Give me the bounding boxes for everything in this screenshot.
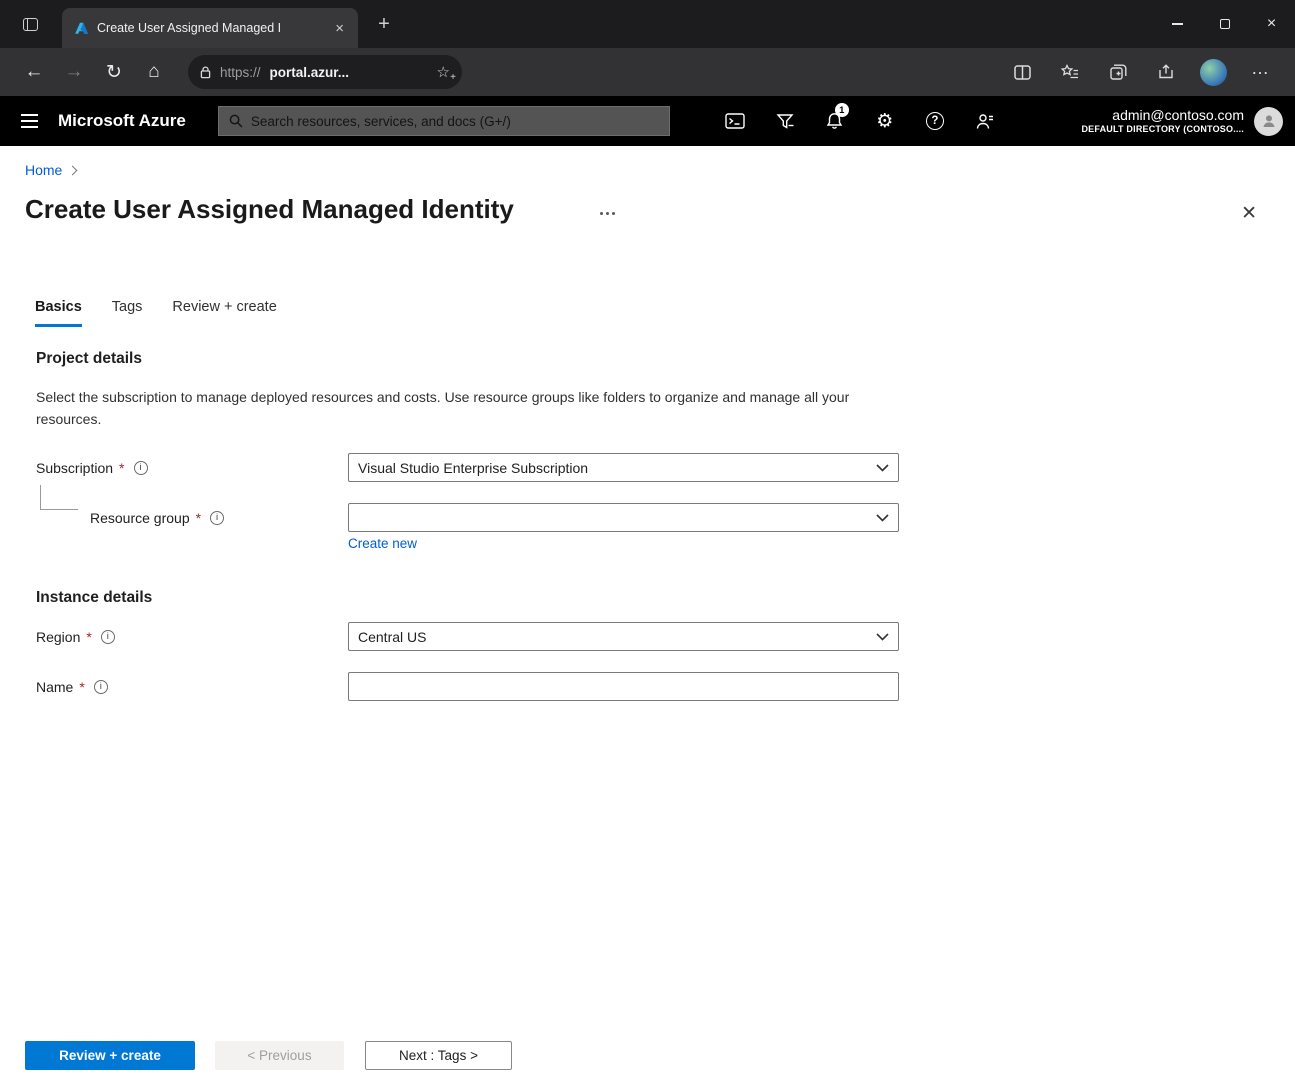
- account-email: admin@contoso.com: [1081, 107, 1244, 125]
- region-info-icon[interactable]: i: [101, 630, 115, 644]
- refresh-icon[interactable]: ↻: [94, 54, 134, 90]
- favorites-hub-icon[interactable]: [1050, 54, 1090, 90]
- subscription-label: Subscription* i: [36, 453, 148, 482]
- azure-favicon-icon: [74, 21, 89, 36]
- browser-menu-icon[interactable]: …: [1241, 54, 1281, 90]
- region-label: Region* i: [36, 622, 115, 651]
- close-blade-icon[interactable]: ✕: [1235, 200, 1263, 227]
- portal-menu-icon[interactable]: [0, 96, 58, 146]
- cloud-shell-icon[interactable]: [710, 96, 760, 146]
- project-details-description: Select the subscription to manage deploy…: [36, 386, 858, 430]
- previous-button[interactable]: < Previous: [215, 1041, 344, 1070]
- notification-badge: 1: [835, 103, 849, 117]
- tab-basics[interactable]: Basics: [35, 299, 82, 327]
- tab-tags[interactable]: Tags: [112, 299, 143, 327]
- search-icon: [229, 114, 243, 128]
- window-close-button[interactable]: ×: [1248, 0, 1295, 48]
- account-info[interactable]: admin@contoso.com DEFAULT DIRECTORY (CON…: [1081, 107, 1244, 136]
- create-new-link[interactable]: Create new: [348, 536, 417, 551]
- settings-gear-icon[interactable]: ⚙: [860, 96, 910, 146]
- tab-close-icon[interactable]: ×: [331, 19, 348, 38]
- search-input[interactable]: [251, 114, 659, 129]
- name-field: [348, 672, 899, 701]
- review-create-button[interactable]: Review + create: [25, 1041, 195, 1070]
- subscription-dropdown[interactable]: Visual Studio Enterprise Subscription: [348, 453, 899, 482]
- resource-group-info-icon[interactable]: i: [210, 511, 224, 525]
- back-icon[interactable]: ←: [14, 54, 54, 90]
- feedback-icon[interactable]: [960, 96, 1010, 146]
- wizard-tabs: Basics Tags Review + create: [35, 299, 277, 327]
- split-screen-icon[interactable]: [1002, 54, 1042, 90]
- window-controls: ×: [1154, 0, 1295, 48]
- breadcrumb-home-link[interactable]: Home: [25, 162, 62, 178]
- field-connector-line: [40, 485, 78, 510]
- instance-details-heading: Instance details: [36, 589, 152, 607]
- subscription-value: Visual Studio Enterprise Subscription: [358, 460, 588, 476]
- share-icon[interactable]: [1146, 54, 1186, 90]
- name-input[interactable]: [358, 679, 889, 695]
- lock-icon[interactable]: [200, 66, 211, 79]
- name-info-icon[interactable]: i: [94, 680, 108, 694]
- region-value: Central US: [358, 629, 426, 645]
- browser-tab[interactable]: Create User Assigned Managed I ×: [62, 8, 358, 48]
- account-directory: DEFAULT DIRECTORY (CONTOSO....: [1081, 124, 1244, 135]
- chevron-down-icon: [876, 633, 889, 641]
- help-icon[interactable]: ?: [910, 96, 960, 146]
- window-minimize-button[interactable]: [1154, 0, 1201, 48]
- subscription-info-icon[interactable]: i: [134, 461, 148, 475]
- window-maximize-button[interactable]: [1201, 0, 1248, 48]
- project-details-heading: Project details: [36, 350, 142, 368]
- collections-icon[interactable]: [1098, 54, 1138, 90]
- chevron-down-icon: [876, 464, 889, 472]
- name-label: Name* i: [36, 672, 108, 701]
- address-bar[interactable]: https:// portal.azur... ☆+: [188, 55, 462, 89]
- url-host: portal.azur...: [270, 65, 350, 80]
- forward-icon[interactable]: →: [54, 54, 94, 90]
- global-search[interactable]: [218, 106, 670, 136]
- azure-header: Microsoft Azure 1 ⚙ ? admin: [0, 96, 1295, 146]
- browser-window: Create User Assigned Managed I × + × ← →…: [0, 0, 1295, 1091]
- next-tags-button[interactable]: Next : Tags >: [365, 1041, 512, 1070]
- chevron-down-icon: [876, 514, 889, 522]
- add-favorite-icon[interactable]: ☆+: [437, 63, 450, 81]
- tab-review-create[interactable]: Review + create: [172, 299, 276, 327]
- breadcrumb-chevron-icon: [68, 166, 78, 176]
- browser-titlebar: Create User Assigned Managed I × + ×: [0, 0, 1295, 48]
- account-avatar[interactable]: [1254, 107, 1283, 136]
- new-tab-button[interactable]: +: [370, 12, 398, 38]
- browser-profile-avatar[interactable]: [1200, 59, 1227, 86]
- browser-toolbar: ← → ↻ ⌂ https:// portal.azur... ☆+: [0, 48, 1295, 96]
- resource-group-label: Resource group* i: [90, 503, 224, 532]
- azure-brand[interactable]: Microsoft Azure: [58, 111, 186, 131]
- toolbar-right: …: [1002, 54, 1281, 90]
- breadcrumb: Home: [25, 162, 76, 178]
- notifications-bell-icon[interactable]: 1: [810, 96, 860, 146]
- tab-title: Create User Assigned Managed I: [97, 21, 323, 35]
- page-content: Home Create User Assigned Managed Identi…: [0, 146, 1295, 1091]
- directory-filter-icon[interactable]: [760, 96, 810, 146]
- portal-header-icons: 1 ⚙ ?: [710, 96, 1010, 146]
- url-scheme: https://: [220, 65, 261, 80]
- page-title: Create User Assigned Managed Identity: [25, 194, 514, 225]
- resource-group-dropdown[interactable]: [348, 503, 899, 532]
- tab-actions-icon[interactable]: [12, 9, 48, 39]
- home-icon[interactable]: ⌂: [134, 54, 174, 90]
- region-dropdown[interactable]: Central US: [348, 622, 899, 651]
- page-more-menu-icon[interactable]: [596, 208, 619, 219]
